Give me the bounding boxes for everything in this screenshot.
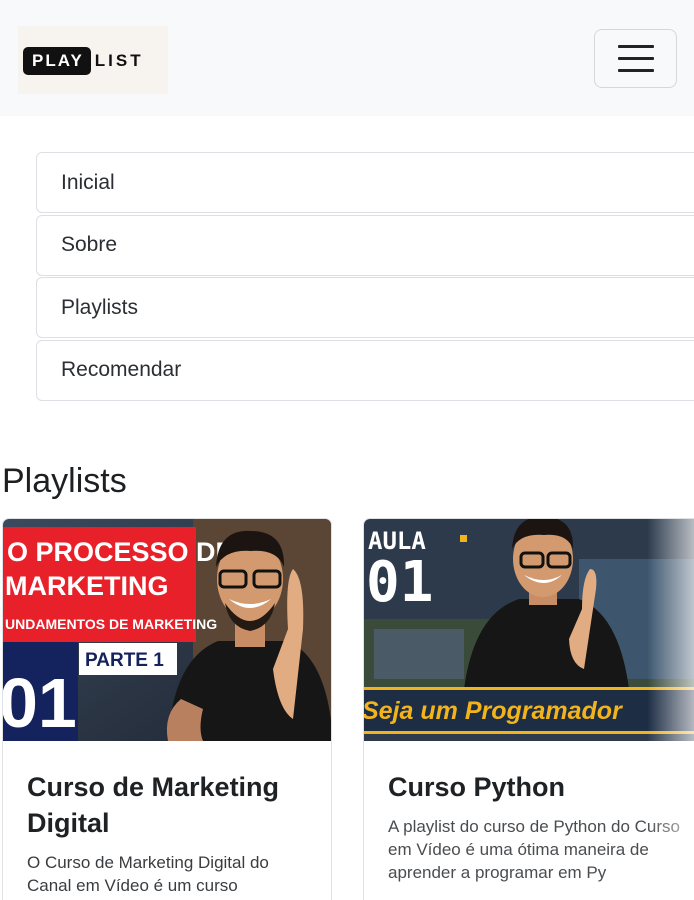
hamburger-icon-bar [618, 69, 654, 72]
nav-item-recomendar[interactable]: Recomendar [36, 339, 694, 401]
navbar: PLAY LIST [0, 0, 694, 116]
thumb-text-line1: O PROCESSO DE [7, 537, 234, 567]
card-description: O Curso de Marketing Digital do Canal em… [27, 853, 269, 895]
menu-toggle-button[interactable] [594, 29, 677, 88]
logo-list-text: LIST [94, 51, 144, 70]
nav-item-inicial[interactable]: Inicial [36, 152, 694, 213]
thumb-banner-text: Seja um Programador [364, 697, 623, 725]
card-thumbnail-python: AULA 01 Seja um Programador [364, 519, 694, 741]
playlist-card-marketing[interactable]: O PROCESSO DE MARKETING UNDAMENTOS DE MA… [2, 518, 332, 900]
nav-item-sobre[interactable]: Sobre [36, 214, 694, 276]
card-title[interactable]: Curso de Marketing Digital [27, 769, 317, 841]
section-title: Playlists [2, 462, 127, 500]
card-thumbnail-marketing: O PROCESSO DE MARKETING UNDAMENTOS DE MA… [3, 519, 331, 741]
playlist-card-python[interactable]: AULA 01 Seja um Programador Curso Python… [363, 518, 694, 900]
hamburger-icon [618, 45, 654, 48]
thumb-number: 01 [3, 664, 77, 741]
edge-fade [647, 519, 694, 900]
thumb-text-line3: UNDAMENTOS DE MARKETING [5, 616, 217, 632]
hamburger-icon-bar [618, 57, 654, 60]
nav-menu: Inicial Sobre Playlists Recomendar [36, 152, 694, 402]
logo-play-text: PLAY [23, 47, 91, 75]
card-body: Curso de Marketing Digital O Curso de Ma… [27, 769, 317, 897]
thumb-text-line2: MARKETING [5, 571, 169, 601]
thumb-part-label: PARTE 1 [85, 650, 164, 671]
brand-logo[interactable]: PLAY LIST [23, 47, 144, 75]
nav-item-playlists[interactable]: Playlists [36, 277, 694, 338]
thumb-number: 01 [366, 550, 433, 615]
